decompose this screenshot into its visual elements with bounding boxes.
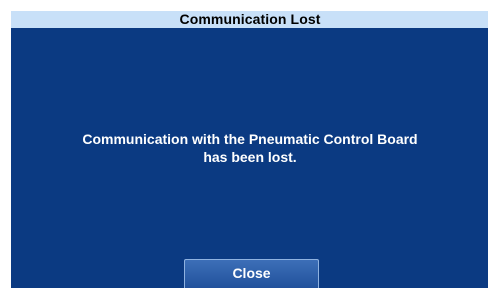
close-button[interactable]: Close (184, 259, 319, 288)
message-line-1: Communication with the Pneumatic Control… (82, 131, 418, 147)
communication-lost-dialog: Communication Lost Communication with th… (11, 11, 488, 288)
dialog-message: Communication with the Pneumatic Control… (11, 130, 488, 166)
dialog-title: Communication Lost (11, 11, 488, 28)
message-line-2: has been lost. (203, 149, 297, 165)
